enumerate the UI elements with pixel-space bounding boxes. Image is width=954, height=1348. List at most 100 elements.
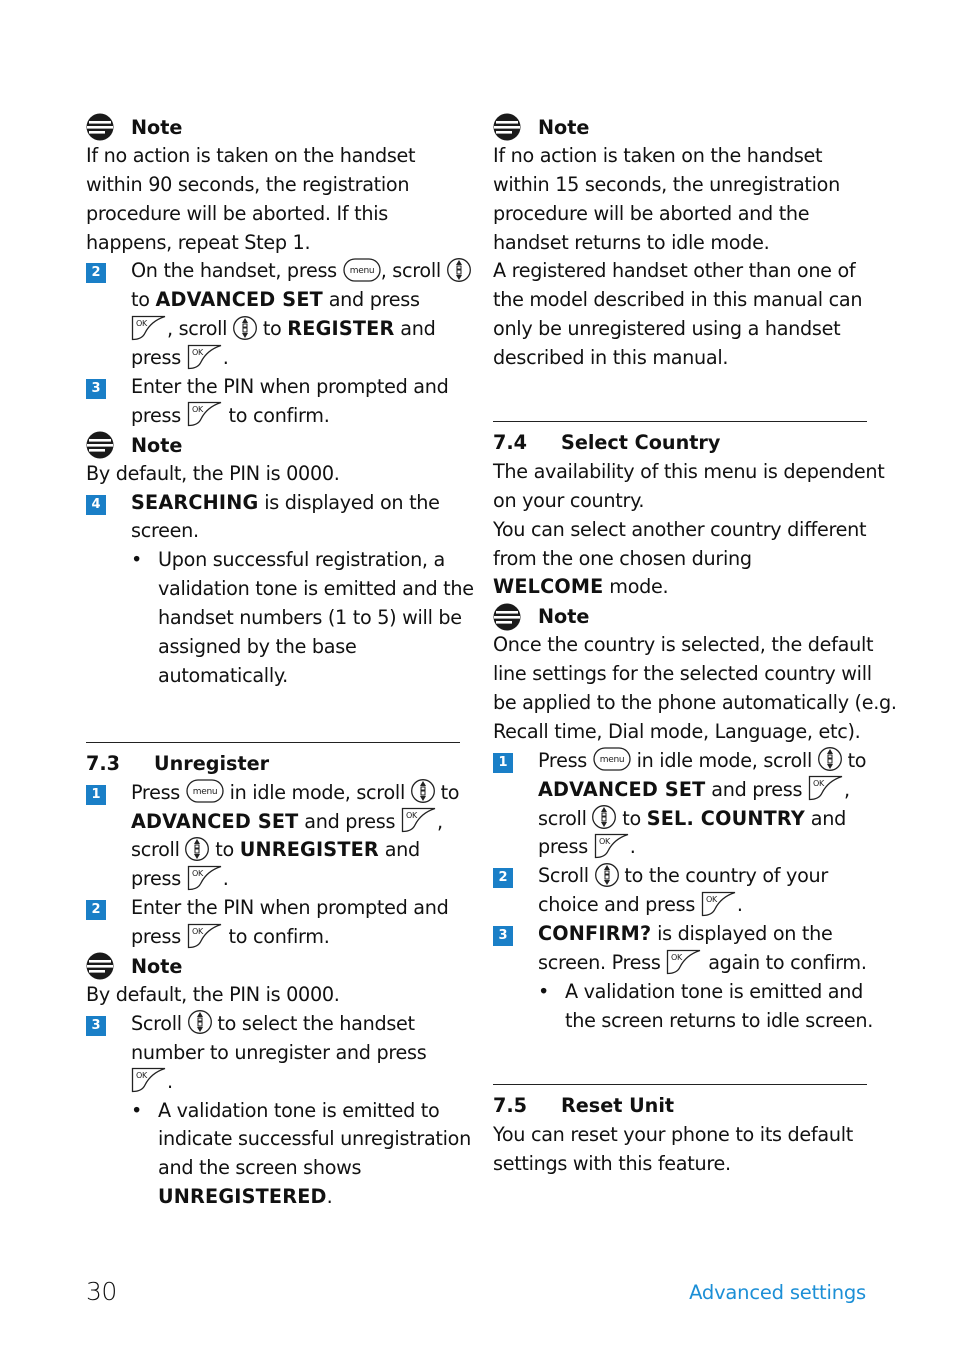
note-title: Note xyxy=(131,954,183,978)
page-number: 30 xyxy=(86,1277,117,1306)
note-title: Note xyxy=(131,115,183,139)
bullet-text: indicate successful unregistration xyxy=(158,1127,471,1151)
scroll-key-icon xyxy=(592,804,616,830)
step-text: . xyxy=(736,893,743,917)
ok-key-icon xyxy=(187,344,223,370)
section-number: 7.3 xyxy=(86,751,120,775)
note-text: handset returns to idle mode. xyxy=(493,230,770,254)
step-number-badge: 2 xyxy=(493,868,513,889)
section-heading-7-4: 7.4 Select Country xyxy=(493,429,867,458)
note-icon xyxy=(86,431,114,459)
bullet-text: Upon successful registration, a xyxy=(158,548,445,572)
step-text: scroll xyxy=(538,806,593,830)
bullet-text: assigned by the base xyxy=(158,635,357,659)
menu-key-icon xyxy=(343,258,381,282)
menu-term: SEL. COUNTRY xyxy=(646,806,805,830)
step-text: and xyxy=(378,838,421,862)
step-text: choice and press xyxy=(538,893,701,917)
step-number-badge: 1 xyxy=(86,784,106,805)
ok-key-icon xyxy=(701,891,737,917)
note-text: procedure will be aborted. If this xyxy=(86,201,388,225)
step-text: , scroll xyxy=(167,317,234,341)
step-2: 2 Enter the PIN when prompted and press … xyxy=(86,894,460,952)
body-text: from the one chosen during xyxy=(493,546,752,570)
scroll-key-icon xyxy=(188,1009,212,1035)
step-1: 1 Press in idle mode, scroll to ADVANCED… xyxy=(86,779,460,895)
bullet-text: validation tone is emitted and the xyxy=(158,577,474,601)
note-text: If no action is taken on the handset xyxy=(86,143,416,167)
menu-term: WELCOME xyxy=(493,575,604,599)
ok-key-icon xyxy=(131,315,167,341)
note-heading: Note xyxy=(86,431,460,460)
step-4: 4 SEARCHING is displayed on the screen. xyxy=(86,489,460,547)
step-text: is displayed on the xyxy=(651,922,833,946)
step-text: in idle mode, scroll xyxy=(630,748,818,772)
note-text: only be unregistered using a handset xyxy=(493,317,841,341)
step-text: press xyxy=(131,867,187,891)
note-text: A registered handset other than one of xyxy=(493,259,856,283)
menu-key-icon xyxy=(186,779,224,803)
step-text: to xyxy=(131,288,156,312)
bullet-item: • A validation tone is emitted and the s… xyxy=(493,978,873,1036)
menu-term: UNREGISTERED xyxy=(158,1185,327,1209)
section-title: Reset Unit xyxy=(561,1093,675,1117)
step-text: to the country of your xyxy=(618,864,828,888)
step-text: scroll xyxy=(131,838,186,862)
step-text: to xyxy=(209,838,240,862)
note-text: By default, the PIN is 0000. xyxy=(86,461,340,485)
step-text: Enter the PIN when prompted and xyxy=(131,896,449,920)
step-text: On the handset, press xyxy=(131,259,343,283)
step-text: to xyxy=(616,806,647,830)
bullet-dot: • xyxy=(131,548,143,572)
step-3: 3 CONFIRM? is displayed on the screen. P… xyxy=(493,920,867,978)
step-text: to confirm. xyxy=(222,403,330,427)
note-text: the model described in this manual can xyxy=(493,288,863,312)
step-text: is displayed on the xyxy=(258,490,440,514)
note-icon xyxy=(86,952,114,980)
scroll-key-icon xyxy=(411,778,435,804)
body-text: mode. xyxy=(603,575,669,599)
step-number-badge: 3 xyxy=(493,926,513,947)
note-text: Once the country is selected, the defaul… xyxy=(493,633,874,657)
section-number: 7.5 xyxy=(493,1093,527,1117)
step-1: 1 Press in idle mode, scroll to ADVANCED… xyxy=(493,747,867,863)
body-text: You can select another country different xyxy=(493,517,867,541)
step-text: to confirm. xyxy=(222,925,330,949)
step-text: , scroll xyxy=(380,259,447,283)
body-text: on your country. xyxy=(493,488,645,512)
ok-key-icon xyxy=(187,401,223,427)
note-icon xyxy=(86,113,114,141)
note-text: line settings for the selected country w… xyxy=(493,662,872,686)
step-text: . xyxy=(222,346,229,370)
menu-term: ADVANCED SET xyxy=(155,288,323,312)
step-number-badge: 2 xyxy=(86,263,106,284)
step-3: 3 Scroll to select the handset number to… xyxy=(86,1010,460,1097)
ok-key-icon xyxy=(666,949,702,975)
ok-key-icon xyxy=(187,923,223,949)
step-text: Scroll xyxy=(538,864,595,888)
section-heading-7-3: 7.3 Unregister xyxy=(86,750,460,779)
body-text: The availability of this menu is depende… xyxy=(493,459,885,483)
note-text: If no action is taken on the handset xyxy=(493,143,823,167)
note-title: Note xyxy=(538,115,590,139)
menu-key-icon xyxy=(593,747,631,771)
scroll-key-icon xyxy=(595,862,619,888)
menu-term: ADVANCED SET xyxy=(538,777,706,801)
step-text: and xyxy=(804,806,847,830)
menu-term: SEARCHING xyxy=(131,490,259,514)
step-text: and press xyxy=(322,288,420,312)
bullet-text: A validation tone is emitted to xyxy=(158,1098,440,1122)
section-number: 7.4 xyxy=(493,431,527,455)
ok-key-icon xyxy=(187,865,223,891)
step-text: to xyxy=(841,748,867,772)
bullet-dot: • xyxy=(131,1098,143,1122)
footer-section-title: Advanced settings xyxy=(689,1281,866,1304)
note-icon xyxy=(493,113,521,141)
step-text: . xyxy=(167,1069,173,1093)
bullet-item: • Upon successful registration, a valida… xyxy=(86,546,474,690)
section-title: Unregister xyxy=(154,751,270,775)
ok-key-icon xyxy=(131,1067,167,1093)
note-title: Note xyxy=(538,605,590,629)
step-text: , xyxy=(437,809,443,833)
step-text: . xyxy=(629,835,636,859)
